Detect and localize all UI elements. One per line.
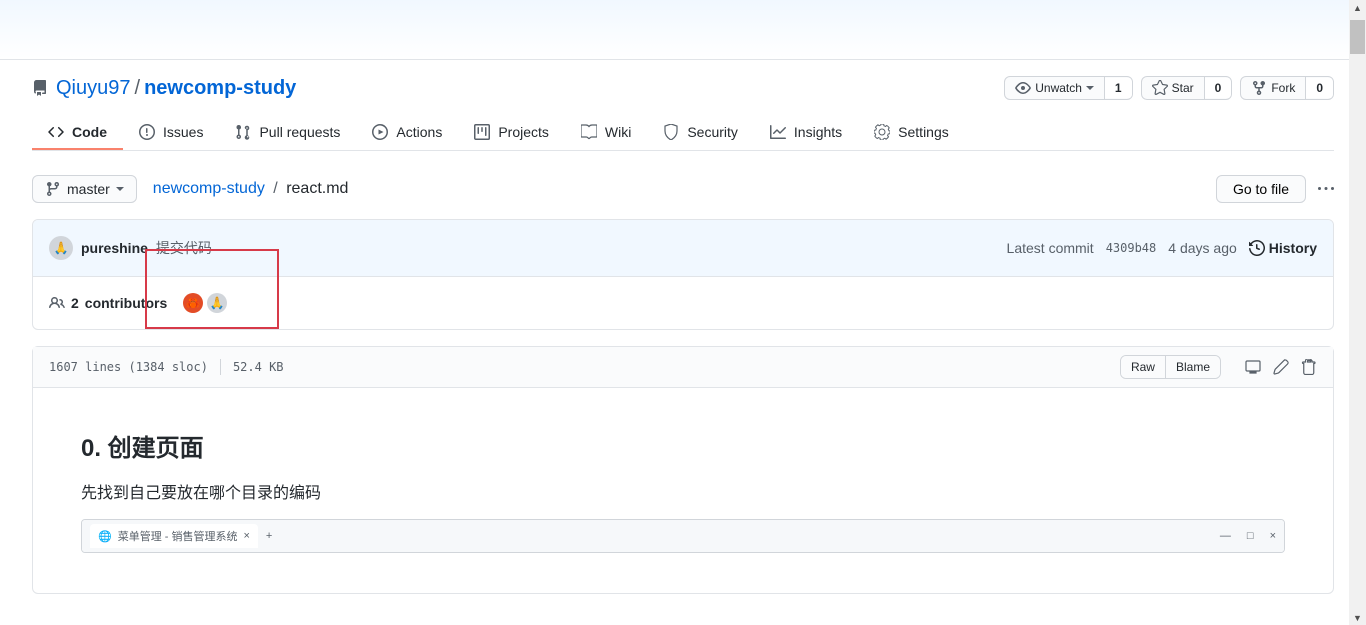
git-branch-icon	[45, 181, 61, 197]
globe-icon: 🌐	[98, 530, 112, 543]
book-icon	[581, 124, 597, 140]
breadcrumb: newcomp-study / react.md	[153, 180, 349, 198]
goto-file-button[interactable]: Go to file	[1216, 175, 1306, 203]
code-icon	[48, 124, 64, 140]
readme-heading: 0. 创建页面	[81, 428, 1285, 463]
tab-wiki[interactable]: Wiki	[565, 116, 647, 150]
commit-author[interactable]: pureshine	[81, 240, 148, 256]
repo-icon	[32, 80, 48, 96]
maximize-icon: □	[1247, 530, 1254, 542]
fork-count: 0	[1306, 78, 1333, 98]
fork-button[interactable]: Fork 0	[1240, 76, 1334, 100]
breadcrumb-root[interactable]: newcomp-study	[153, 180, 265, 197]
trash-icon[interactable]	[1301, 359, 1317, 375]
scroll-down-icon[interactable]: ▼	[1350, 610, 1365, 625]
contributor-avatar-2[interactable]: 🙏	[207, 293, 227, 313]
tab-security[interactable]: Security	[647, 116, 754, 150]
tab-projects[interactable]: Projects	[458, 116, 565, 150]
minimize-icon: —	[1220, 530, 1231, 542]
caret-down-icon	[116, 187, 124, 191]
gradient-header	[0, 0, 1366, 60]
contributor-avatar-1[interactable]: 🦀	[183, 293, 203, 313]
commit-sha[interactable]: 4309b48	[1106, 241, 1157, 255]
caret-down-icon	[1086, 86, 1094, 90]
repo-name-link[interactable]: newcomp-study	[144, 77, 296, 100]
contributors-label[interactable]: 2 contributors	[49, 295, 167, 311]
history-icon	[1249, 240, 1265, 256]
kebab-icon[interactable]	[1318, 181, 1334, 197]
readme-paragraph: 先找到自己要放在哪个目录的编码	[81, 479, 1285, 503]
fork-label: Fork	[1271, 81, 1295, 95]
latest-commit-label: Latest commit	[1007, 240, 1094, 256]
pull-request-icon	[235, 124, 251, 140]
breadcrumb-file: react.md	[286, 180, 348, 197]
pencil-icon[interactable]	[1273, 359, 1289, 375]
tab-settings[interactable]: Settings	[858, 116, 965, 150]
commit-message[interactable]: 提交代码	[156, 238, 212, 258]
star-label: Star	[1172, 81, 1194, 95]
gear-icon	[874, 124, 890, 140]
shield-icon	[663, 124, 679, 140]
avatar[interactable]: 🙏	[49, 236, 73, 260]
repo-owner-link[interactable]: Qiuyu97	[56, 77, 131, 100]
blame-button[interactable]: Blame	[1166, 356, 1220, 378]
repo-separator: /	[135, 77, 141, 100]
raw-button[interactable]: Raw	[1121, 356, 1166, 378]
branch-name: master	[67, 181, 110, 197]
browser-mock: 🌐 菜单管理 - 销售管理系统 × + — □ ×	[81, 519, 1285, 553]
tab-issues[interactable]: Issues	[123, 116, 219, 150]
projects-icon	[474, 124, 490, 140]
star-button[interactable]: Star 0	[1141, 76, 1233, 100]
browser-tab-title: 菜单管理 - 销售管理系统	[118, 528, 238, 544]
file-size: 52.4 KB	[233, 360, 284, 374]
tab-insights[interactable]: Insights	[754, 116, 858, 150]
scrollbar-thumb[interactable]	[1350, 20, 1365, 54]
star-count: 0	[1205, 78, 1232, 98]
tab-actions[interactable]: Actions	[356, 116, 458, 150]
people-icon	[49, 295, 65, 311]
commit-time: 4 days ago	[1168, 240, 1237, 256]
issues-icon	[139, 124, 155, 140]
star-icon	[1152, 80, 1168, 96]
file-lines: 1607 lines (1384 sloc)	[49, 360, 208, 374]
readme-content: 0. 创建页面 先找到自己要放在哪个目录的编码 🌐 菜单管理 - 销售管理系统 …	[33, 388, 1333, 593]
tab-pulls[interactable]: Pull requests	[219, 116, 356, 150]
repo-nav: Code Issues Pull requests Actions Projec…	[32, 116, 1334, 151]
eye-icon	[1015, 80, 1031, 96]
close-window-icon: ×	[1270, 530, 1276, 542]
scroll-up-icon[interactable]: ▲	[1350, 0, 1365, 15]
close-icon: ×	[243, 530, 249, 542]
repo-title-block: Qiuyu97 / newcomp-study	[32, 77, 296, 100]
watch-button[interactable]: Unwatch 1	[1004, 76, 1132, 100]
watch-label: Unwatch	[1035, 81, 1082, 95]
watch-count: 1	[1105, 78, 1132, 98]
scrollbar-track[interactable]: ▲ ▼	[1349, 0, 1366, 625]
plus-icon: +	[266, 530, 272, 542]
graph-icon	[770, 124, 786, 140]
history-link[interactable]: History	[1249, 240, 1317, 256]
desktop-icon[interactable]	[1245, 359, 1261, 375]
fork-icon	[1251, 80, 1267, 96]
play-icon	[372, 124, 388, 140]
branch-select[interactable]: master	[32, 175, 137, 203]
tab-code[interactable]: Code	[32, 116, 123, 150]
